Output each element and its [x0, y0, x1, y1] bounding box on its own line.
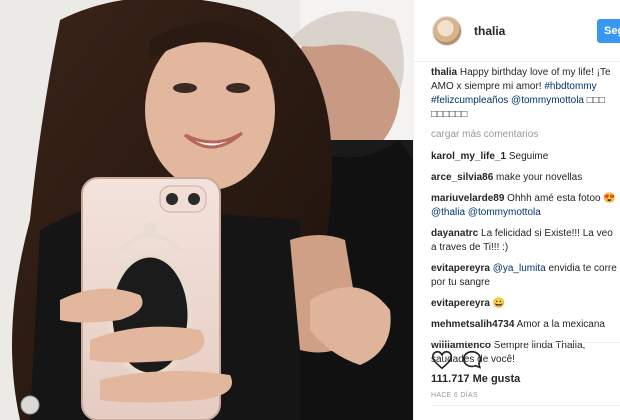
- comment-item: evitapereyra @ya_lumita envidia te corre…: [431, 262, 620, 290]
- follow-button[interactable]: Seguir: [597, 19, 620, 43]
- post-timestamp: HACE 6 DÍAS: [431, 392, 478, 399]
- comment-text: 😀: [489, 298, 506, 309]
- load-more-comments-link[interactable]: cargar más comentarios: [431, 128, 620, 142]
- comment-item: karol_my_life_1 Seguime: [431, 150, 620, 164]
- like-count[interactable]: 111.717 Me gusta: [431, 373, 520, 385]
- comment-item: mehmetsalih4734 Amor a la mexicana: [431, 318, 620, 332]
- comment-item: evitapereyra 😀: [431, 297, 620, 311]
- selfie-image: [0, 0, 413, 420]
- post-header: thalia Seguir: [414, 0, 620, 62]
- comment-list: thalia Happy birthday love of my life! ¡…: [431, 66, 620, 374]
- post-caption: thalia Happy birthday love of my life! ¡…: [431, 66, 620, 122]
- comment-username[interactable]: karol_my_life_1: [431, 151, 506, 162]
- hashtag-link[interactable]: #hbdtommy: [544, 81, 596, 92]
- comment-username[interactable]: mariuvelarde89: [431, 193, 504, 204]
- comment-item: arce_silvia86 make your novellas: [431, 171, 620, 185]
- comment-username[interactable]: evitapereyra: [431, 263, 490, 274]
- post-sidebar: thalia Seguir thalia Happy birthday love…: [413, 0, 620, 420]
- mention-link[interactable]: @ya_lumita: [493, 263, 546, 274]
- action-bar: [431, 342, 620, 372]
- comment-text: Seguime: [506, 151, 549, 162]
- comment-item: mariuvelarde89 Ohhh amé esta fotoo 😍 @th…: [431, 192, 620, 220]
- caption-username[interactable]: thalia: [431, 67, 457, 78]
- divider: [431, 405, 620, 406]
- avatar[interactable]: [432, 16, 462, 46]
- post-photo[interactable]: [0, 0, 413, 420]
- mention-link[interactable]: @thalia: [431, 207, 465, 218]
- comment-username[interactable]: arce_silvia86: [431, 172, 493, 183]
- comment-item: dayanatrc La felicidad si Existe!!! La v…: [431, 227, 620, 255]
- heart-icon[interactable]: [431, 349, 453, 371]
- author-username[interactable]: thalia: [474, 24, 505, 38]
- mention-link[interactable]: @tommymottola: [511, 95, 584, 106]
- comment-text: Ohhh amé esta fotoo 😍: [504, 193, 616, 204]
- comment-text: make your novellas: [493, 172, 583, 183]
- comment-icon[interactable]: [461, 349, 483, 371]
- mention-link[interactable]: @tommymottola: [468, 207, 541, 218]
- comment-username[interactable]: mehmetsalih4734: [431, 319, 514, 330]
- hashtag-link[interactable]: #felizcumpleaños: [431, 95, 508, 106]
- comment-username[interactable]: dayanatrc: [431, 228, 478, 239]
- comment-username[interactable]: evitapereyra: [431, 298, 490, 309]
- comment-text: Amor a la mexicana: [514, 319, 605, 330]
